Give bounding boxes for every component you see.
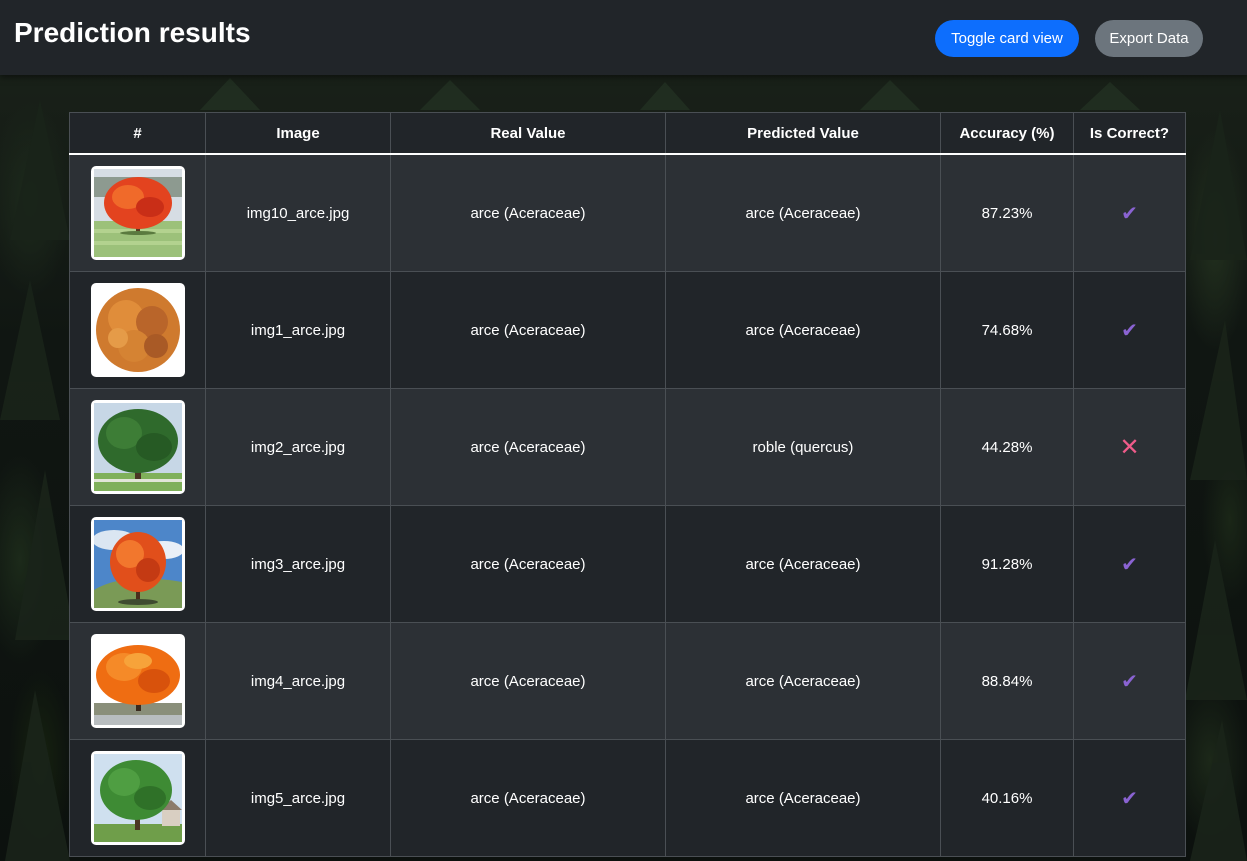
accuracy-cell: 44.28% (940, 388, 1074, 506)
real-value-cell: arce (Aceraceae) (390, 505, 666, 623)
accuracy-cell: 40.16% (940, 739, 1074, 857)
cross-icon: ✕ (1119, 433, 1140, 461)
top-navbar: Prediction results Toggle card view Expo… (0, 0, 1247, 75)
tree-thumbnail[interactable] (90, 283, 185, 377)
red-maple-hill-image (93, 520, 182, 608)
image-name-cell: img1_arce.jpg (205, 271, 391, 389)
image-name-cell: img10_arce.jpg (205, 153, 391, 272)
real-value-cell: arce (Aceraceae) (390, 739, 666, 857)
check-icon: ✔ (1121, 553, 1138, 576)
column-header-real-value: Real Value (390, 112, 666, 155)
thumbnail-cell (69, 739, 206, 857)
red-maple-lawn-image (93, 169, 182, 257)
image-name-cell: img3_arce.jpg (205, 505, 391, 623)
table-row: img4_arce.jpg arce (Aceraceae) arce (Ace… (69, 622, 1186, 740)
check-icon: ✔ (1121, 787, 1138, 810)
predicted-value-cell: arce (Aceraceae) (665, 271, 941, 389)
column-header-index: # (69, 112, 206, 155)
check-icon: ✔ (1121, 202, 1138, 225)
is-correct-cell: ✔ (1073, 622, 1186, 740)
table-row: img5_arce.jpg arce (Aceraceae) arce (Ace… (69, 739, 1186, 857)
predicted-value-cell: roble (quercus) (665, 388, 941, 506)
real-value-cell: arce (Aceraceae) (390, 153, 666, 272)
real-value-cell: arce (Aceraceae) (390, 271, 666, 389)
thumbnail-cell (69, 388, 206, 506)
page-title: Prediction results (14, 17, 251, 48)
image-name-cell: img4_arce.jpg (205, 622, 391, 740)
real-value-cell: arce (Aceraceae) (390, 622, 666, 740)
table-row: img1_arce.jpg arce (Aceraceae) arce (Ace… (69, 271, 1186, 389)
results-table-container: # Image Real Value Predicted Value Accur… (69, 112, 1186, 857)
is-correct-cell: ✔ (1073, 271, 1186, 389)
real-value-cell: arce (Aceraceae) (390, 388, 666, 506)
table-header-row: # Image Real Value Predicted Value Accur… (69, 112, 1186, 155)
accuracy-cell: 91.28% (940, 505, 1074, 623)
column-header-image: Image (205, 112, 391, 155)
accuracy-cell: 87.23% (940, 153, 1074, 272)
is-correct-cell: ✔ (1073, 505, 1186, 623)
toggle-card-view-button[interactable]: Toggle card view (935, 20, 1079, 57)
predicted-value-cell: arce (Aceraceae) (665, 153, 941, 272)
tree-thumbnail[interactable] (90, 634, 185, 728)
column-header-predicted-value: Predicted Value (665, 112, 941, 155)
green-maple-house-image (93, 754, 182, 842)
green-oak-park-image (93, 403, 182, 491)
check-icon: ✔ (1121, 319, 1138, 342)
table-row: img3_arce.jpg arce (Aceraceae) arce (Ace… (69, 505, 1186, 623)
predicted-value-cell: arce (Aceraceae) (665, 505, 941, 623)
column-header-is-correct: Is Correct? (1073, 112, 1186, 155)
predicted-value-cell: arce (Aceraceae) (665, 739, 941, 857)
is-correct-cell: ✔ (1073, 739, 1186, 857)
check-icon: ✔ (1121, 670, 1138, 693)
image-name-cell: img2_arce.jpg (205, 388, 391, 506)
table-row: img2_arce.jpg arce (Aceraceae) roble (qu… (69, 388, 1186, 506)
image-name-cell: img5_arce.jpg (205, 739, 391, 857)
thumbnail-cell (69, 622, 206, 740)
tree-thumbnail[interactable] (90, 751, 185, 845)
orange-maple-cutout-image (93, 286, 182, 374)
table-row: img10_arce.jpg arce (Aceraceae) arce (Ac… (69, 153, 1186, 272)
is-correct-cell: ✕ (1073, 388, 1186, 506)
column-header-accuracy: Accuracy (%) (940, 112, 1074, 155)
tree-thumbnail[interactable] (90, 166, 185, 260)
predicted-value-cell: arce (Aceraceae) (665, 622, 941, 740)
thumbnail-cell (69, 271, 206, 389)
results-table: # Image Real Value Predicted Value Accur… (69, 112, 1186, 857)
is-correct-cell: ✔ (1073, 153, 1186, 272)
export-data-button[interactable]: Export Data (1095, 20, 1203, 57)
tree-thumbnail[interactable] (90, 517, 185, 611)
thumbnail-cell (69, 153, 206, 272)
accuracy-cell: 88.84% (940, 622, 1074, 740)
accuracy-cell: 74.68% (940, 271, 1074, 389)
tree-thumbnail[interactable] (90, 400, 185, 494)
orange-maple-road-image (93, 637, 182, 725)
thumbnail-cell (69, 505, 206, 623)
